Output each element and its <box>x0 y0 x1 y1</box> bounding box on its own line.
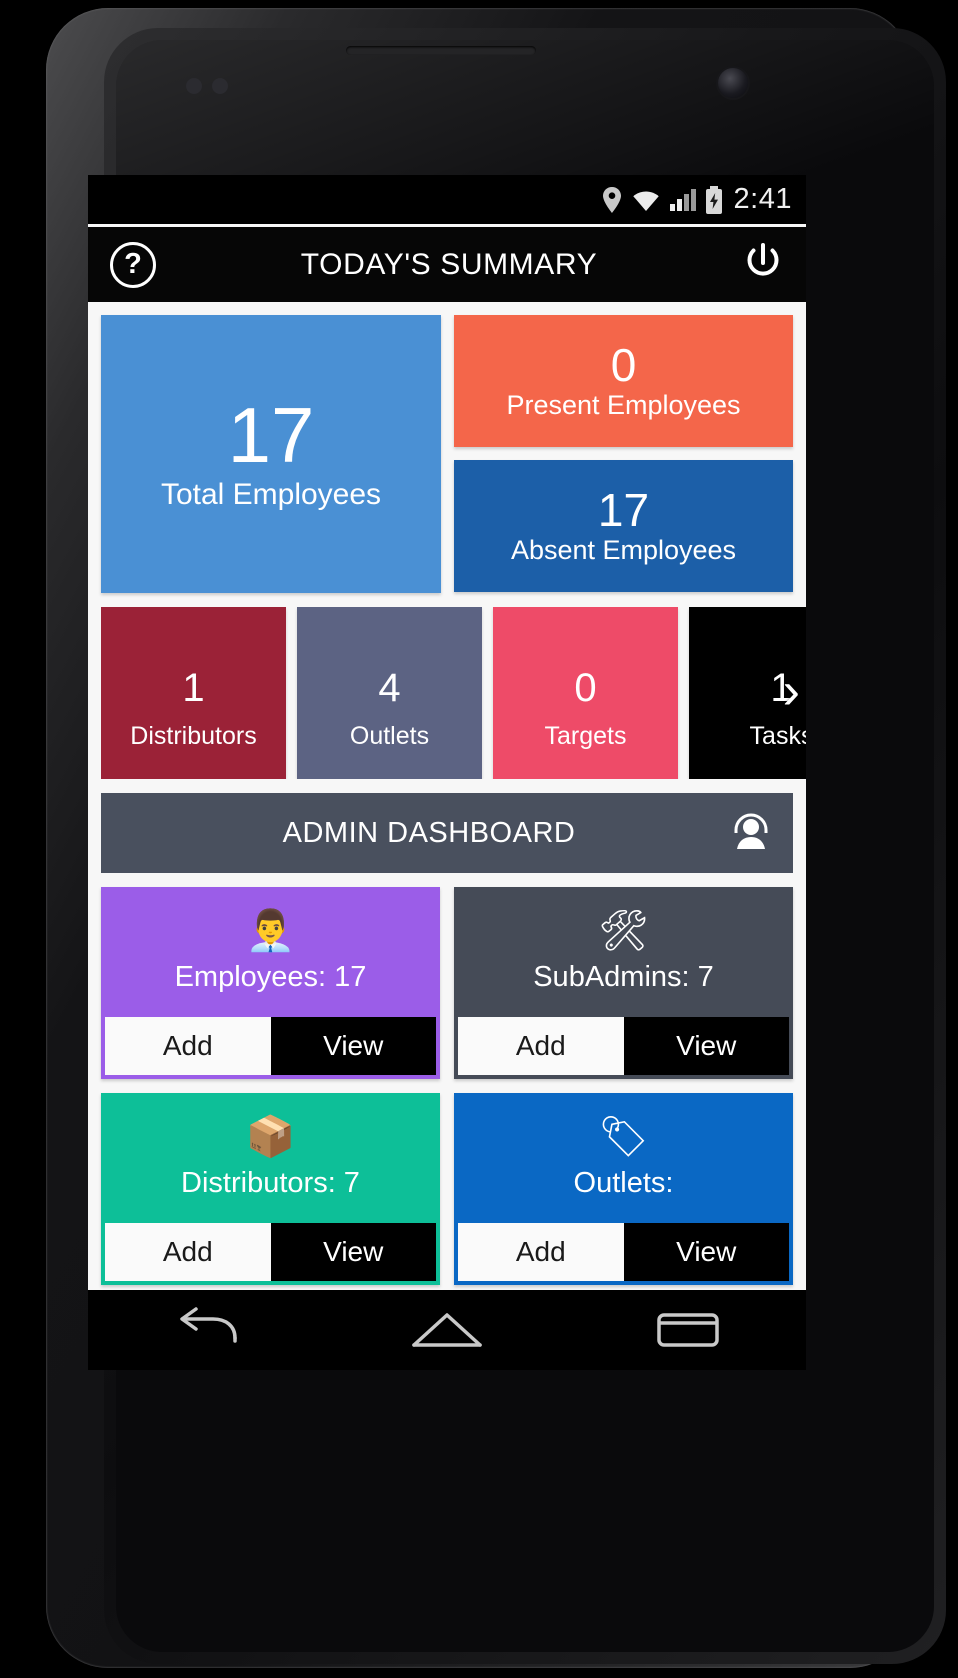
metric-tile-value: 4 <box>378 666 401 710</box>
help-icon[interactable]: ? <box>110 241 156 288</box>
metric-strip-container: 1Distributors4Outlets0Targets1Tasks › <box>88 593 806 779</box>
office-worker-icon: 👨‍💼 <box>245 908 296 953</box>
metric-tile[interactable]: 1 Distributors <box>101 607 286 779</box>
wifi-icon <box>631 188 661 212</box>
present-employees-label: Present Employees <box>506 389 741 420</box>
page-title: TODAY'S SUMMARY <box>300 247 598 281</box>
total-employees-value: 17 <box>227 391 315 479</box>
view-button[interactable]: View <box>623 1223 789 1281</box>
admin-cards-grid: 👨‍💼 Employees: 17 Add View 🛠 SubAdmins: 7 Add V… <box>88 873 806 1285</box>
metric-tile[interactable]: 4 Outlets <box>297 607 482 779</box>
admin-dashboard-bar: ADMIN DASHBOARD <box>101 793 793 873</box>
admin-card-header[interactable]: 📦 Distributors: 7 <box>101 1093 440 1223</box>
metric-tile-value: 0 <box>574 666 597 710</box>
metric-tile-label: Targets <box>544 722 627 750</box>
admin-card-header[interactable]: 🏷 Outlets: <box>454 1093 793 1223</box>
power-icon[interactable] <box>742 241 784 288</box>
distribution-network-icon: 📦 <box>245 1114 296 1159</box>
view-button[interactable]: View <box>270 1223 436 1281</box>
summary-right-column: 0 Present Employees 17 Absent Employees <box>454 315 793 593</box>
battery-charging-icon <box>705 185 723 214</box>
light-sensor-icon <box>212 78 228 94</box>
present-employees-value: 0 <box>610 339 637 392</box>
view-button[interactable]: View <box>623 1017 789 1075</box>
metric-strip[interactable]: 1Distributors4Outlets0Targets1Tasks <box>101 607 806 779</box>
outlet-price-tag-icon: 🏷 <box>598 1114 649 1159</box>
admin-card: 👨‍💼 Employees: 17 Add View <box>101 887 440 1079</box>
recents-icon[interactable] <box>655 1307 721 1353</box>
total-employees-card[interactable]: 17 Total Employees <box>101 315 441 593</box>
absent-employees-value: 17 <box>597 484 650 537</box>
view-button[interactable]: View <box>270 1017 436 1075</box>
add-button[interactable]: Add <box>105 1017 271 1075</box>
absent-employees-card[interactable]: 17 Absent Employees <box>454 460 793 592</box>
proximity-sensor-icon <box>186 78 202 94</box>
admin-card: 🛠 SubAdmins: 7 Add View <box>454 887 793 1079</box>
admin-card-actions: Add View <box>454 1223 793 1285</box>
chevron-right-icon[interactable]: › <box>783 665 800 717</box>
back-icon[interactable] <box>173 1307 239 1353</box>
android-nav-bar <box>88 1290 806 1370</box>
headset-agent-icon <box>727 807 775 860</box>
front-camera-icon <box>718 68 748 98</box>
admin-card-label: Distributors: 7 <box>181 1166 360 1199</box>
earpiece-speaker <box>346 46 536 55</box>
summary-tiles: 17 Total Employees 0 Present Employees 1… <box>88 302 806 593</box>
admin-card-header[interactable]: 🛠 SubAdmins: 7 <box>454 887 793 1017</box>
status-bar: 2:41 <box>88 175 806 224</box>
admin-card: 📦 Distributors: 7 Add View <box>101 1093 440 1285</box>
add-button[interactable]: Add <box>458 1223 624 1281</box>
admin-card: 🏷 Outlets: Add View <box>454 1093 793 1285</box>
app-title-bar: ? TODAY'S SUMMARY <box>88 224 806 302</box>
admin-dashboard-title: ADMIN DASHBOARD <box>282 816 576 849</box>
admin-card-actions: Add View <box>454 1017 793 1079</box>
absent-employees-label: Absent Employees <box>510 534 737 565</box>
admin-card-header[interactable]: 👨‍💼 Employees: 17 <box>101 887 440 1017</box>
cellular-signal-icon <box>669 188 696 211</box>
admin-card-label: Outlets: <box>573 1166 674 1199</box>
admin-card-actions: Add View <box>101 1223 440 1285</box>
add-button[interactable]: Add <box>105 1223 271 1281</box>
metric-tile-label: Distributors <box>130 722 257 750</box>
gear-wrench-icon: 🛠 <box>598 908 649 953</box>
metric-tile-label: Tasks <box>749 722 806 750</box>
admin-card-label: SubAdmins: 7 <box>533 960 714 993</box>
phone-screen: 2:41 ? TODAY'S SUMMARY 17 Total Employee… <box>88 175 806 1370</box>
admin-card-label: Employees: 17 <box>174 960 367 993</box>
metric-tile-value: 1 <box>182 666 205 710</box>
home-icon[interactable] <box>410 1307 484 1353</box>
present-employees-card[interactable]: 0 Present Employees <box>454 315 793 447</box>
total-employees-label: Total Employees <box>160 478 382 511</box>
add-button[interactable]: Add <box>458 1017 624 1075</box>
location-pin-icon <box>602 186 622 213</box>
metric-tile-label: Outlets <box>349 722 430 750</box>
admin-card-actions: Add View <box>101 1017 440 1079</box>
metric-tile[interactable]: 0 Targets <box>493 607 678 779</box>
status-bar-clock: 2:41 <box>733 183 792 215</box>
